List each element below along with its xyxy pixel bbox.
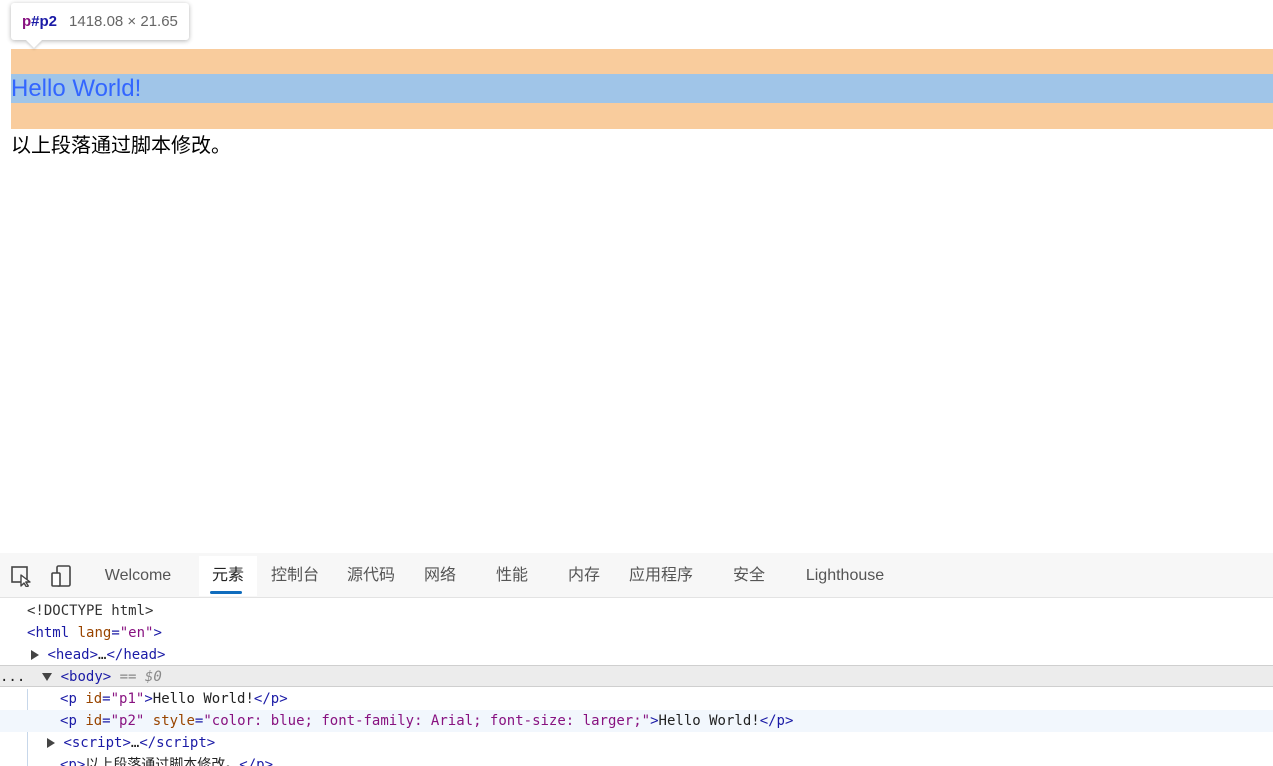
expand-triangle-icon[interactable] bbox=[47, 738, 55, 748]
p2-text: Hello World! bbox=[658, 713, 760, 729]
html-attr-value: "en" bbox=[119, 625, 154, 641]
devtools-panel: Welcome 元素 控制台 源代码 网络 性能 内存 应用程序 安全 Ligh… bbox=[0, 553, 1273, 766]
collapse-triangle-icon[interactable] bbox=[42, 673, 53, 681]
tooltip-tag: p bbox=[22, 13, 32, 30]
dom-node-doctype[interactable]: <!DOCTYPE html> bbox=[0, 600, 1273, 622]
expand-triangle-icon[interactable] bbox=[31, 650, 39, 660]
head-tag-name: head bbox=[55, 647, 90, 663]
p2-attr-style-name: style bbox=[152, 713, 195, 729]
tooltip-arrow bbox=[26, 40, 42, 48]
p1-attr-name: id bbox=[85, 691, 103, 707]
content-highlight bbox=[11, 74, 1273, 103]
dom-node-p2[interactable]: <p id="p2" style="color: blue; font-fami… bbox=[0, 710, 1273, 732]
dom-node-head[interactable]: <head>…</head> bbox=[0, 644, 1273, 666]
script-tag-name: script bbox=[71, 735, 123, 751]
p2-attr-style-value: "color: blue; font-family: Arial; font-s… bbox=[203, 713, 651, 729]
tab-sources[interactable]: 源代码 bbox=[338, 556, 404, 596]
node-actions-ellipsis[interactable]: ... bbox=[0, 669, 25, 685]
doctype-text: <!DOCTYPE html> bbox=[27, 603, 154, 619]
page-viewport: Hello World! Hello World! 以上段落通过脚本修改。 p#… bbox=[0, 0, 1273, 553]
tab-network[interactable]: 网络 bbox=[412, 556, 468, 596]
p2-attr-id-name: id bbox=[85, 713, 103, 729]
device-emulation-icon[interactable] bbox=[50, 565, 74, 587]
p1-attr-value: "p1" bbox=[110, 691, 145, 707]
dom-node-script[interactable]: <script>…</script> bbox=[0, 732, 1273, 754]
dom-node-p3[interactable]: <p>以上段落通过脚本修改。</p> bbox=[0, 754, 1273, 766]
tab-lighthouse[interactable]: Lighthouse bbox=[795, 556, 895, 596]
tab-console[interactable]: 控制台 bbox=[262, 556, 328, 596]
p3-text: 以上段落通过脚本修改。 bbox=[85, 757, 240, 766]
tooltip-selector: p#p2 bbox=[22, 13, 57, 30]
p1-text: Hello World! bbox=[152, 691, 254, 707]
p1-tag-name: p bbox=[68, 691, 77, 707]
dom-node-body[interactable]: ... <body> == $0 bbox=[0, 665, 1273, 687]
margin-highlight-top bbox=[11, 49, 1273, 74]
tab-security[interactable]: 安全 bbox=[721, 556, 777, 596]
paragraph-p2: Hello World! bbox=[11, 75, 142, 102]
devtools-toolbar: Welcome 元素 控制台 源代码 网络 性能 内存 应用程序 安全 Ligh… bbox=[0, 553, 1273, 598]
margin-highlight-bottom bbox=[11, 103, 1273, 129]
tooltip-id: #p2 bbox=[31, 13, 58, 30]
paragraph-p3: 以上段落通过脚本修改。 bbox=[11, 133, 231, 157]
dom-node-p1[interactable]: <p id="p1">Hello World!</p> bbox=[0, 688, 1273, 710]
tab-application[interactable]: 应用程序 bbox=[620, 556, 702, 596]
dom-tree: <!DOCTYPE html> <html lang="en"> <head>…… bbox=[0, 599, 1273, 766]
selected-marker: == $0 bbox=[119, 669, 162, 685]
tab-welcome[interactable]: Welcome bbox=[93, 556, 183, 596]
html-tag-name: html bbox=[35, 625, 70, 641]
dom-node-html[interactable]: <html lang="en"> bbox=[0, 622, 1273, 644]
inspect-element-icon[interactable] bbox=[10, 565, 34, 588]
p2-attr-id-value: "p2" bbox=[110, 713, 145, 729]
body-tag-name: body bbox=[69, 669, 103, 685]
html-attr-name: lang bbox=[77, 625, 112, 641]
tooltip-dimensions: 1418.08 × 21.65 bbox=[69, 13, 178, 30]
element-inspect-tooltip: p#p2 1418.08 × 21.65 bbox=[11, 3, 189, 40]
tab-performance[interactable]: 性能 bbox=[484, 556, 540, 596]
tab-memory[interactable]: 内存 bbox=[556, 556, 612, 596]
p2-tag-name: p bbox=[68, 713, 77, 729]
tab-elements[interactable]: 元素 bbox=[199, 556, 257, 596]
